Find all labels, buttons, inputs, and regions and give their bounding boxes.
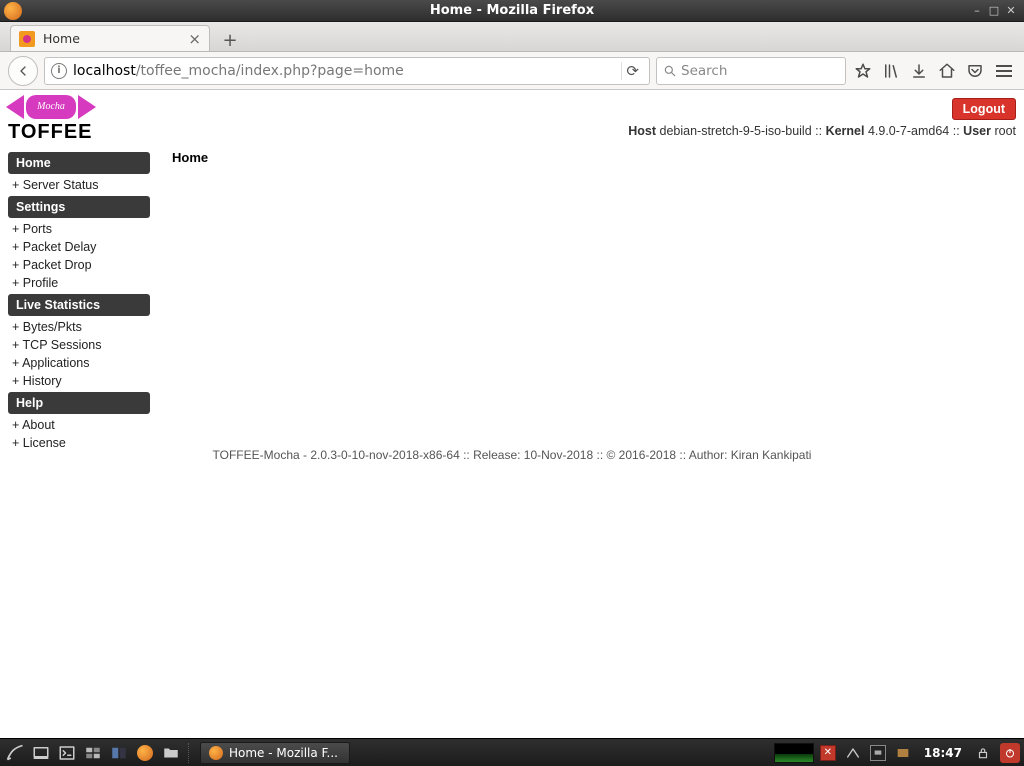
sidebar-item[interactable]: + Applications — [8, 354, 150, 372]
sidebar-header[interactable]: Live Statistics — [8, 294, 150, 316]
candy-icon: Mocha — [8, 93, 94, 121]
system-tray: ✕ 18:47 — [774, 743, 1020, 763]
library-icon[interactable] — [880, 60, 902, 82]
taskbar-window-button[interactable]: Home - Mozilla F... — [200, 742, 350, 764]
host-info-line: Host debian-stretch-9-5-iso-build :: Ker… — [628, 124, 1016, 138]
sidebar-item[interactable]: + Packet Delay — [8, 238, 150, 256]
firefox-launcher-icon[interactable] — [134, 743, 156, 763]
brand-text: TOFFEE — [8, 121, 93, 144]
sidebar-item[interactable]: + TCP Sessions — [8, 336, 150, 354]
window-titlebar: Home - Mozilla Firefox – □ ✕ — [0, 0, 1024, 22]
minimize-button[interactable]: – — [970, 4, 984, 17]
sidebar-item[interactable]: + Server Status — [8, 176, 150, 194]
desktop-taskbar: Home - Mozilla F... ✕ 18:47 — [0, 738, 1024, 766]
main-content: Home — [150, 150, 1016, 452]
app-logo: Mocha TOFFEE — [8, 93, 94, 144]
pocket-icon[interactable] — [964, 60, 986, 82]
tab-title: Home — [43, 31, 80, 46]
app-header: Mocha TOFFEE Logout Host debian-stretch-… — [0, 90, 1024, 146]
address-bar[interactable]: i localhost/toffee_mocha/index.php?page=… — [44, 57, 650, 85]
url-host: localhost — [73, 63, 136, 79]
close-window-button[interactable]: ✕ — [1004, 4, 1018, 17]
power-button[interactable] — [1000, 743, 1020, 763]
footer-text: TOFFEE-Mocha - 2.0.3-0-10-nov-2018-x86-6… — [0, 448, 1024, 462]
workspace-switcher-icon[interactable] — [108, 743, 130, 763]
tab-favicon — [19, 31, 35, 47]
tray-display-icon[interactable] — [870, 745, 886, 761]
close-tab-button[interactable]: × — [188, 30, 201, 48]
page-content: Mocha TOFFEE Logout Host debian-stretch-… — [0, 90, 1024, 738]
sidebar-item[interactable]: + About — [8, 416, 150, 434]
tray-alert-icon[interactable]: ✕ — [820, 745, 836, 761]
file-manager-icon[interactable] — [82, 743, 104, 763]
tray-lock-icon[interactable] — [972, 743, 994, 763]
reload-button[interactable]: ⟳ — [621, 62, 643, 80]
browser-toolbar: i localhost/toffee_mocha/index.php?page=… — [0, 52, 1024, 90]
file-browser-icon[interactable] — [160, 743, 182, 763]
sidebar-header[interactable]: Settings — [8, 196, 150, 218]
sidebar-item[interactable]: + History — [8, 372, 150, 390]
downloads-icon[interactable] — [908, 60, 930, 82]
sidebar-item[interactable]: + Ports — [8, 220, 150, 238]
back-button[interactable] — [8, 56, 38, 86]
new-tab-button[interactable]: + — [216, 29, 244, 51]
sidebar-header[interactable]: Home — [8, 152, 150, 174]
window-title: Home - Mozilla Firefox — [0, 3, 1024, 18]
bookmark-star-icon[interactable] — [852, 60, 874, 82]
page-title: Home — [172, 150, 1016, 165]
cpu-graph-icon[interactable] — [774, 743, 814, 763]
search-box[interactable]: Search — [656, 57, 846, 85]
logout-button[interactable]: Logout — [952, 98, 1016, 120]
site-info-icon[interactable]: i — [51, 63, 67, 79]
sidebar: Home+ Server StatusSettings+ Ports+ Pack… — [8, 150, 150, 452]
terminal-icon[interactable] — [56, 743, 78, 763]
maximize-button[interactable]: □ — [987, 4, 1001, 17]
sidebar-header[interactable]: Help — [8, 392, 150, 414]
url-path: /toffee_mocha/index.php?page=home — [136, 63, 404, 79]
home-icon[interactable] — [936, 60, 958, 82]
app-menu-icon[interactable] — [4, 743, 26, 763]
sidebar-item[interactable]: + Profile — [8, 274, 150, 292]
network-icon[interactable] — [842, 743, 864, 763]
tray-misc-icon[interactable] — [892, 743, 914, 763]
search-placeholder: Search — [681, 63, 727, 79]
firefox-icon — [209, 746, 223, 760]
show-desktop-icon[interactable] — [30, 743, 52, 763]
firefox-icon — [4, 2, 22, 20]
clock[interactable]: 18:47 — [920, 746, 966, 760]
sidebar-item[interactable]: + Bytes/Pkts — [8, 318, 150, 336]
sidebar-item[interactable]: + Packet Drop — [8, 256, 150, 274]
taskbar-window-title: Home - Mozilla F... — [229, 746, 338, 760]
tab-home[interactable]: Home × — [10, 25, 210, 51]
menu-button[interactable] — [992, 65, 1016, 77]
tab-strip: Home × + — [0, 22, 1024, 52]
